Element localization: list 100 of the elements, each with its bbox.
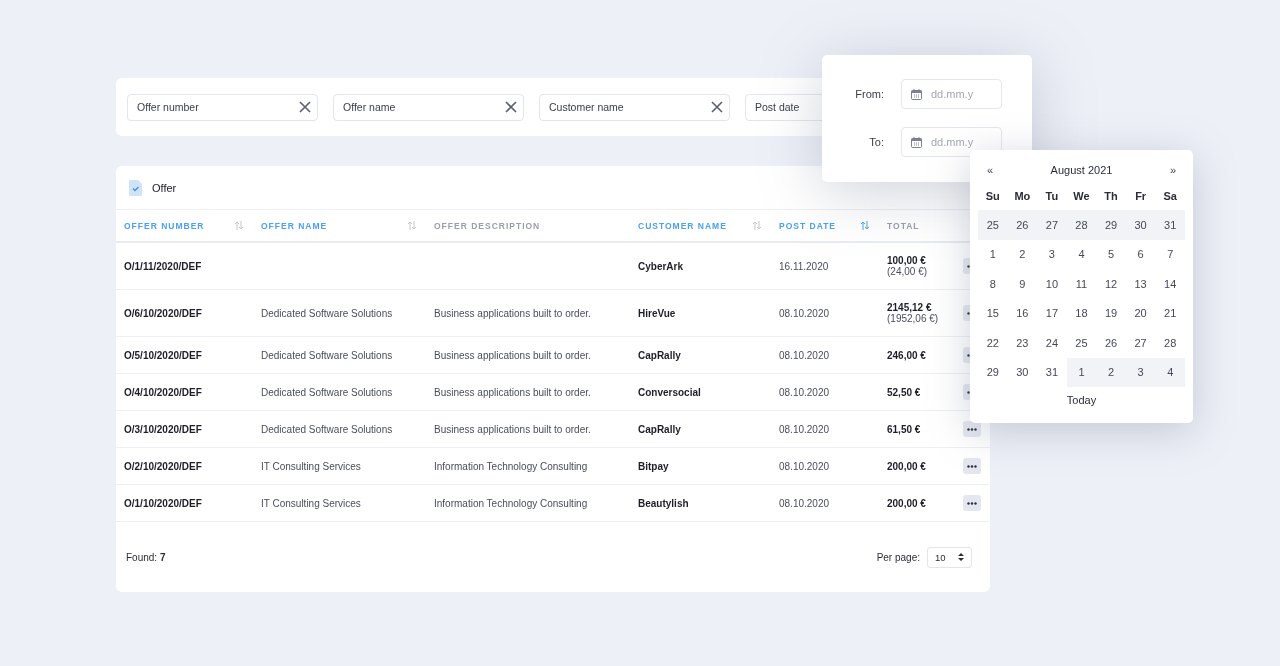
weekday-label: Sa	[1162, 189, 1178, 204]
more-button[interactable]	[963, 421, 981, 437]
calendar-day[interactable]: 10	[1037, 269, 1067, 299]
date-label: To:	[868, 136, 884, 148]
table-cell-text: O/3/10/2020/DEF	[123, 422, 203, 437]
calendar-day[interactable]: 5	[1096, 239, 1126, 269]
weekday-label: We	[1072, 189, 1091, 204]
calendar-day[interactable]: 23	[1007, 328, 1038, 358]
calendar-day[interactable]: 8	[978, 269, 1008, 299]
filter-field[interactable]: Customer name	[539, 93, 730, 121]
calendar-day[interactable]: 26	[1096, 328, 1126, 358]
calendar-day[interactable]: 13	[1125, 269, 1156, 299]
calendar-day[interactable]: 1	[978, 239, 1008, 269]
total-amount: 246,00 €	[887, 349, 927, 361]
calendar-day[interactable]: 31	[1155, 210, 1185, 240]
calendar-day[interactable]: 24	[1037, 328, 1067, 358]
calendar-day[interactable]: 29	[978, 357, 1008, 387]
table-cell-text: O/2/10/2020/DEF	[123, 459, 203, 474]
per-page-label: Per page:	[876, 551, 920, 563]
table-title: Offer	[152, 181, 177, 194]
calendar-day[interactable]: 27	[1125, 328, 1156, 358]
weekday-label: Th	[1103, 189, 1119, 204]
calendar-day[interactable]: 25	[1066, 328, 1097, 358]
table-cell-text: 08.10.2020	[778, 459, 831, 474]
per-page-select[interactable]: 10	[927, 546, 972, 568]
calendar-day[interactable]: 14	[1155, 269, 1185, 299]
table-cell-text: Business applications built to order.	[434, 349, 592, 361]
more-button[interactable]	[963, 458, 981, 474]
calendar-day[interactable]: 28	[1066, 210, 1097, 240]
clear-icon[interactable]	[711, 101, 723, 113]
calendar-icon	[911, 88, 922, 100]
calendar-day[interactable]: 30	[1125, 210, 1156, 240]
calendar-day[interactable]: 25	[978, 210, 1008, 240]
calendar-day[interactable]: 19	[1096, 298, 1126, 328]
updown-icon	[958, 553, 964, 561]
table-cell-text: CapRally	[637, 422, 682, 437]
calendar-day[interactable]: 3	[1125, 357, 1156, 387]
total-amount: 61,50 €	[887, 423, 922, 435]
calendar-day[interactable]: 28	[1155, 328, 1185, 358]
table-cell-text: Dedicated Software Solutions	[261, 386, 394, 398]
table-cell-text: O/6/10/2020/DEF	[123, 306, 203, 321]
total-amount: 200,00 €	[887, 497, 927, 509]
calendar-day[interactable]: 1	[1066, 357, 1097, 387]
calendar-day[interactable]: 29	[1096, 210, 1126, 240]
weekday-label: Tu	[1044, 189, 1060, 204]
table-cell-text: Dedicated Software Solutions	[261, 423, 394, 435]
filter-field[interactable]: Offer number	[127, 93, 318, 121]
table-cell-text: 08.10.2020	[778, 348, 831, 363]
calendar-day[interactable]: 2	[1096, 357, 1126, 387]
total-amount: 100,00 €	[887, 255, 927, 266]
calendar-day[interactable]: 15	[978, 298, 1008, 328]
calendar-day[interactable]: 22	[978, 328, 1008, 358]
ellipsis-icon	[967, 464, 977, 468]
more-button[interactable]	[963, 495, 981, 511]
table-cell-text: Business applications built to order.	[434, 386, 592, 398]
table-cell-text: 08.10.2020	[778, 422, 831, 437]
calendar-day[interactable]: 6	[1125, 239, 1156, 269]
table-cell-text: IT Consulting Services	[261, 497, 362, 509]
clear-icon[interactable]	[299, 101, 311, 113]
calendar-day[interactable]: 4	[1155, 357, 1185, 387]
total-amount: 52,50 €	[887, 386, 922, 398]
calendar-day[interactable]: 18	[1066, 298, 1097, 328]
calendar-day[interactable]: 20	[1125, 298, 1156, 328]
calendar-icon	[911, 136, 922, 148]
calendar-day[interactable]: 11	[1066, 269, 1097, 299]
calendar-day[interactable]: 21	[1155, 298, 1185, 328]
table-cell-text: O/5/10/2020/DEF	[123, 348, 203, 363]
calendar-day[interactable]: 31	[1037, 357, 1067, 387]
calendar-day[interactable]: 12	[1096, 269, 1126, 299]
calendar-day[interactable]: 2	[1007, 239, 1038, 269]
column-header: TOTAL	[887, 220, 920, 231]
prev-month-button[interactable]: «	[984, 164, 997, 176]
total-amount: 2145,12 €	[887, 302, 933, 313]
filter-field[interactable]: Offer name	[333, 93, 524, 121]
clear-icon[interactable]	[505, 101, 517, 113]
table-cell-text: 08.10.2020	[778, 496, 831, 511]
table-cell-text: CapRally	[637, 348, 682, 363]
next-month-button[interactable]: »	[1166, 164, 1179, 176]
total-note: (1952,06 €)	[887, 313, 940, 324]
document-icon	[129, 179, 142, 196]
calendar-day[interactable]: 26	[1007, 210, 1038, 240]
sort-icon[interactable]	[861, 221, 869, 230]
total-amount: 200,00 €	[887, 460, 927, 472]
table-cell-text: 16.11.2020	[778, 259, 830, 274]
calendar-day[interactable]: 7	[1155, 239, 1185, 269]
calendar-day[interactable]: 17	[1037, 298, 1067, 328]
table-cell-text: Dedicated Software Solutions	[261, 349, 394, 361]
calendar-day[interactable]: 3	[1037, 239, 1067, 269]
table-cell-text: Information Technology Consulting	[434, 460, 589, 472]
weekday-label: Fr	[1134, 189, 1148, 204]
today-button[interactable]: Today	[1060, 393, 1103, 407]
calendar-day[interactable]: 9	[1007, 269, 1038, 299]
date-field[interactable]: dd.mm.y	[901, 127, 1002, 157]
date-field[interactable]: dd.mm.y	[901, 79, 1002, 109]
calendar-day[interactable]: 30	[1007, 357, 1038, 387]
calendar-day[interactable]: 4	[1066, 239, 1097, 269]
table-cell-text: 08.10.2020	[778, 385, 831, 400]
table-cell-text: 08.10.2020	[778, 306, 831, 321]
calendar-day[interactable]: 27	[1037, 210, 1067, 240]
calendar-day[interactable]: 16	[1007, 298, 1038, 328]
